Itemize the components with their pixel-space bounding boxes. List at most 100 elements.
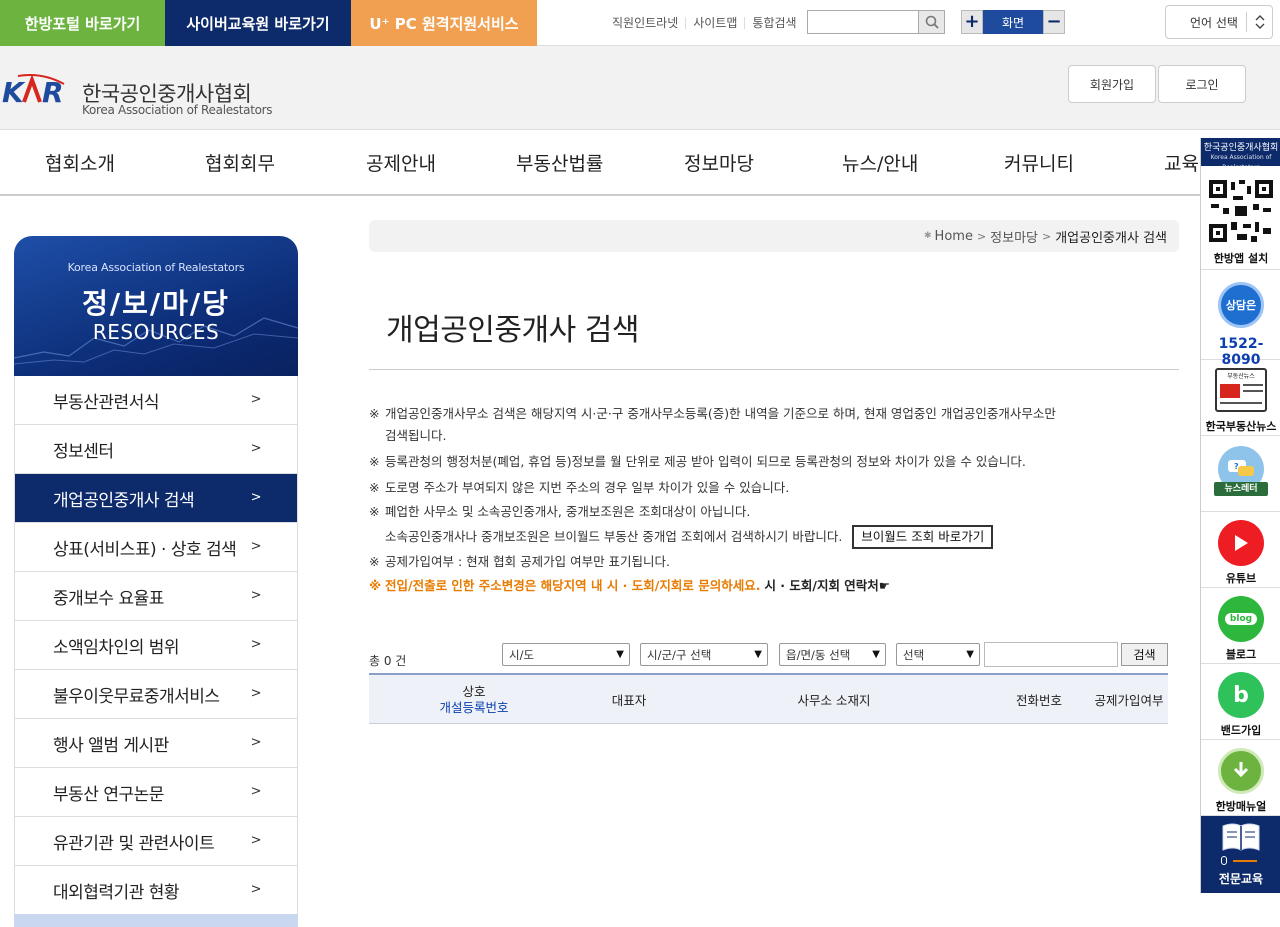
- language-select[interactable]: 언어 선택: [1165, 5, 1273, 39]
- quick-education-label: 전문교육: [1201, 870, 1280, 887]
- sidebar-hero-resources: RESOURCES: [14, 320, 298, 344]
- join-button[interactable]: 회원가입: [1068, 65, 1156, 103]
- sidebar-item-fee-table[interactable]: 중개보수 요율표>: [15, 572, 297, 621]
- sidebar-item-forms[interactable]: 부동산관련서식 >: [15, 376, 297, 425]
- quick-counsel[interactable]: 상담은 1522-8090: [1201, 270, 1280, 360]
- chevron-down-icon: ▼: [872, 649, 880, 660]
- breadcrumb-home[interactable]: ✱ Home: [924, 229, 973, 244]
- sidebar-item-event-album[interactable]: 행사 앨범 게시판>: [15, 719, 297, 768]
- quick-manual[interactable]: 한방매뉴얼: [1201, 740, 1280, 816]
- branch-contacts-link[interactable]: 시 · 도회/지회 연락처☛: [764, 578, 890, 593]
- quick-education[interactable]: 전문교육: [1201, 816, 1280, 893]
- column-address[interactable]: 사무소 소재지: [759, 675, 909, 724]
- language-select-label: 언어 선택: [1190, 14, 1238, 31]
- sidebar-item-broker-search[interactable]: 개업공인중개사 검색>: [15, 474, 297, 523]
- sidebar-item-small-tenant[interactable]: 소액임차인의 범위>: [15, 621, 297, 670]
- breadcrumb-home-label: Home: [935, 229, 973, 244]
- nav-real-estate-law[interactable]: 부동산법률: [516, 130, 603, 194]
- pc-remote-support-button[interactable]: U⁺ PC 원격지원서비스: [351, 0, 537, 46]
- breadcrumb-section[interactable]: 정보마당: [990, 227, 1038, 246]
- title-divider: [369, 369, 1179, 370]
- zoom-in-button[interactable]: +: [961, 10, 983, 34]
- kar-logo-icon[interactable]: K R: [2, 74, 72, 108]
- column-phone[interactable]: 전화번호: [999, 675, 1079, 724]
- updown-chevron-icon: [1246, 12, 1272, 32]
- main-navigation: 협회소개 협회회무 공제안내 부동산법률 정보마당 뉴스/안내 커뮤니티 교육: [0, 130, 1200, 196]
- sidebar-hero-english: Korea Association of Realestators: [14, 261, 298, 274]
- quick-band[interactable]: b 밴드가입: [1201, 664, 1280, 740]
- quick-news-paper-label: 한국부동산뉴스: [1201, 418, 1280, 434]
- nav-resources[interactable]: 정보마당: [684, 130, 754, 194]
- search-type-select[interactable]: 선택▼: [896, 643, 980, 666]
- sidebar-item-label: 정보센터: [53, 437, 114, 462]
- sitemap-link[interactable]: 사이트맵: [686, 17, 745, 29]
- total-count: 총 0 건: [369, 652, 406, 669]
- blog-icon: blog: [1218, 596, 1264, 642]
- svg-text:?: ?: [1234, 462, 1239, 471]
- login-button[interactable]: 로그인: [1158, 65, 1246, 103]
- page-title: 개업공인중개사 검색: [386, 305, 639, 349]
- search-button[interactable]: 검색: [1121, 643, 1168, 666]
- quick-app-install[interactable]: 한방앱 설치: [1201, 166, 1280, 270]
- quick-menu: 한국공인중개사협회 Korea Association of Realestat…: [1200, 138, 1280, 893]
- eupmyeondong-select[interactable]: 읍/면/동 선택▼: [779, 643, 886, 666]
- utility-links: 직원인트라넷 사이트맵 통합검색: [605, 0, 804, 46]
- qr-code-icon: [1207, 178, 1275, 244]
- sigungu-select[interactable]: 시/군/구 선택▼: [640, 643, 768, 666]
- sidebar-item-label: 부동산관련서식: [53, 388, 159, 413]
- quick-app-label: 한방앱 설치: [1201, 250, 1280, 266]
- sidebar-item-free-service[interactable]: 불우이웃무료중개서비스>: [15, 670, 297, 719]
- newspaper-icon: 부동산뉴스: [1215, 368, 1267, 412]
- sidebar-item-research[interactable]: 부동산 연구논문 >: [15, 768, 297, 817]
- nav-mutual-aid[interactable]: 공제안내: [366, 130, 436, 194]
- sido-select[interactable]: 시/도▼: [502, 643, 630, 666]
- chevron-right-icon: >: [251, 784, 261, 799]
- nav-community[interactable]: 커뮤니티: [1004, 130, 1074, 194]
- quick-newsletter-label: 뉴스레터: [1214, 482, 1268, 496]
- top-search-input[interactable]: [808, 11, 918, 33]
- results-table-header: 상호 개설등록번호 대표자 사무소 소재지 전화번호 공제가입여부: [369, 673, 1168, 724]
- notice-item: ※폐업한 사무소 및 소속공인중개사, 중개보조원은 조회대상이 아닙니다.: [369, 500, 1169, 524]
- zoom-label: 화면: [983, 10, 1043, 34]
- quick-youtube[interactable]: 유튜브: [1201, 512, 1280, 588]
- sidebar-item-label: 개업공인중개사 검색: [53, 486, 194, 511]
- zoom-out-button[interactable]: −: [1043, 10, 1065, 34]
- sidebar-item-label: 대외협력기관 현황: [53, 878, 179, 903]
- column-name[interactable]: 상호 개설등록번호: [409, 675, 539, 724]
- integrated-search-link[interactable]: 통합검색: [745, 17, 803, 29]
- nav-affairs[interactable]: 협회회무: [205, 130, 275, 194]
- notice-list: ※개업공인중개사무소 검색은 해당지역 시·군·구 중개사무소등록(증)한 내역…: [369, 402, 1169, 598]
- chevron-right-icon: >: [1042, 230, 1051, 243]
- notice-item-continued: 소속공인중개사나 중개보조원은 브이월드 부동산 중개업 조회에서 검색하시기 …: [369, 525, 1169, 549]
- quick-blog[interactable]: blog 블로그: [1201, 588, 1280, 664]
- search-icon[interactable]: [918, 11, 944, 33]
- nav-about[interactable]: 협회소개: [45, 130, 115, 194]
- sidebar-item-info-center[interactable]: 정보센터>: [15, 425, 297, 474]
- nav-education[interactable]: 교육: [1164, 130, 1199, 194]
- logo-english-name: Korea Association of Realestators: [82, 103, 272, 117]
- sidebar-menu: 부동산관련서식> 정보센터> 개업공인중개사 검색> 상표(서비스표) · 상호…: [14, 376, 298, 915]
- column-representative[interactable]: 대표자: [579, 675, 679, 724]
- sidebar-item-trademark-search[interactable]: 상표(서비스표) · 상호 검색>: [15, 523, 297, 572]
- chevron-right-icon: >: [251, 539, 261, 554]
- sidebar-item-label: 부동산 연구논문: [53, 780, 164, 805]
- sidebar-hero: Korea Association of Realestators 정/보/마/…: [14, 236, 298, 376]
- intranet-link[interactable]: 직원인트라넷: [605, 17, 686, 29]
- cyber-education-link-button[interactable]: 사이버교육원 바로가기: [165, 0, 351, 46]
- sidebar-item-partners[interactable]: 대외협력기관 현황>: [15, 866, 297, 915]
- top-bar: 한방포털 바로가기 사이버교육원 바로가기 U⁺ PC 원격지원서비스 직원인트…: [0, 0, 1280, 46]
- sidebar-item-related-sites[interactable]: 유관기관 및 관련사이트>: [15, 817, 297, 866]
- chevron-right-icon: >: [251, 392, 261, 407]
- chevron-right-icon: >: [251, 833, 261, 848]
- sidebar-item-label: 중개보수 요율표: [53, 584, 164, 609]
- quick-newsletter[interactable]: ? 뉴스레터: [1201, 436, 1280, 512]
- nav-news[interactable]: 뉴스/안내: [842, 130, 918, 194]
- quick-youtube-label: 유튜브: [1201, 570, 1280, 586]
- vworld-link-button[interactable]: 브이월드 조회 바로가기: [852, 525, 993, 549]
- quick-blog-label: 블로그: [1201, 646, 1280, 662]
- column-insurance[interactable]: 공제가입여부: [1089, 675, 1169, 724]
- quick-band-label: 밴드가입: [1201, 722, 1280, 738]
- quick-news-paper[interactable]: 부동산뉴스 한국부동산뉴스: [1201, 360, 1280, 436]
- portal-link-button[interactable]: 한방포털 바로가기: [0, 0, 165, 46]
- keyword-input[interactable]: [985, 643, 1117, 666]
